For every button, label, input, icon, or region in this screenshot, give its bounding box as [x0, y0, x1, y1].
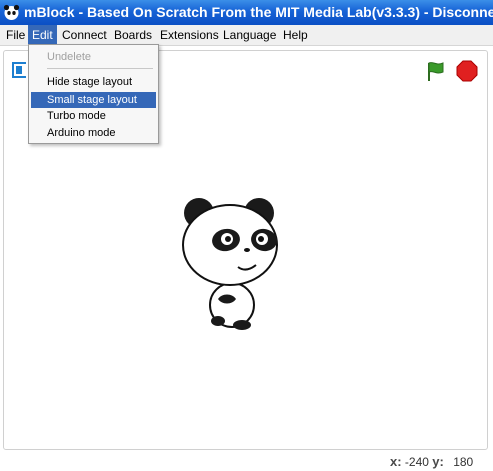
stage-coordinates: x: -240 y: 180: [390, 453, 473, 470]
stage-mode-icon-inner: [16, 66, 22, 74]
panda-app-icon: [3, 4, 20, 20]
menu-edit[interactable]: Edit: [28, 25, 57, 45]
menu-language[interactable]: Language: [219, 25, 280, 45]
menu-help[interactable]: Help: [279, 25, 312, 45]
menu-boards[interactable]: Boards: [110, 25, 156, 45]
x-coord-label: x:: [390, 454, 402, 469]
stop-sign-icon[interactable]: [456, 60, 478, 82]
menu-item-undelete[interactable]: Undelete: [31, 49, 156, 65]
edit-menu-dropdown: Undelete Hide stage layout Small stage l…: [28, 44, 159, 144]
menu-connect[interactable]: Connect: [58, 25, 111, 45]
menu-item-turbo-mode[interactable]: Turbo mode: [31, 108, 156, 124]
menu-item-small-stage-layout[interactable]: Small stage layout: [31, 92, 156, 108]
menu-separator: [47, 68, 153, 69]
window-title: mBlock - Based On Scratch From the MIT M…: [24, 4, 493, 20]
y-coord-value: 180: [453, 455, 474, 469]
menu-extensions[interactable]: Extensions: [156, 25, 223, 45]
menu-file[interactable]: File: [2, 25, 29, 45]
menu-item-hide-stage-layout[interactable]: Hide stage layout: [31, 74, 156, 90]
x-coord-value: -240: [404, 455, 429, 469]
window-titlebar: mBlock - Based On Scratch From the MIT M…: [0, 0, 493, 25]
menu-item-arduino-mode[interactable]: Arduino mode: [31, 125, 156, 141]
menu-bar: File Edit Connect Boards Extensions Lang…: [0, 25, 493, 46]
y-coord-label: y:: [432, 454, 444, 469]
panda-sprite[interactable]: [180, 195, 280, 335]
green-flag-icon[interactable]: [424, 60, 446, 82]
